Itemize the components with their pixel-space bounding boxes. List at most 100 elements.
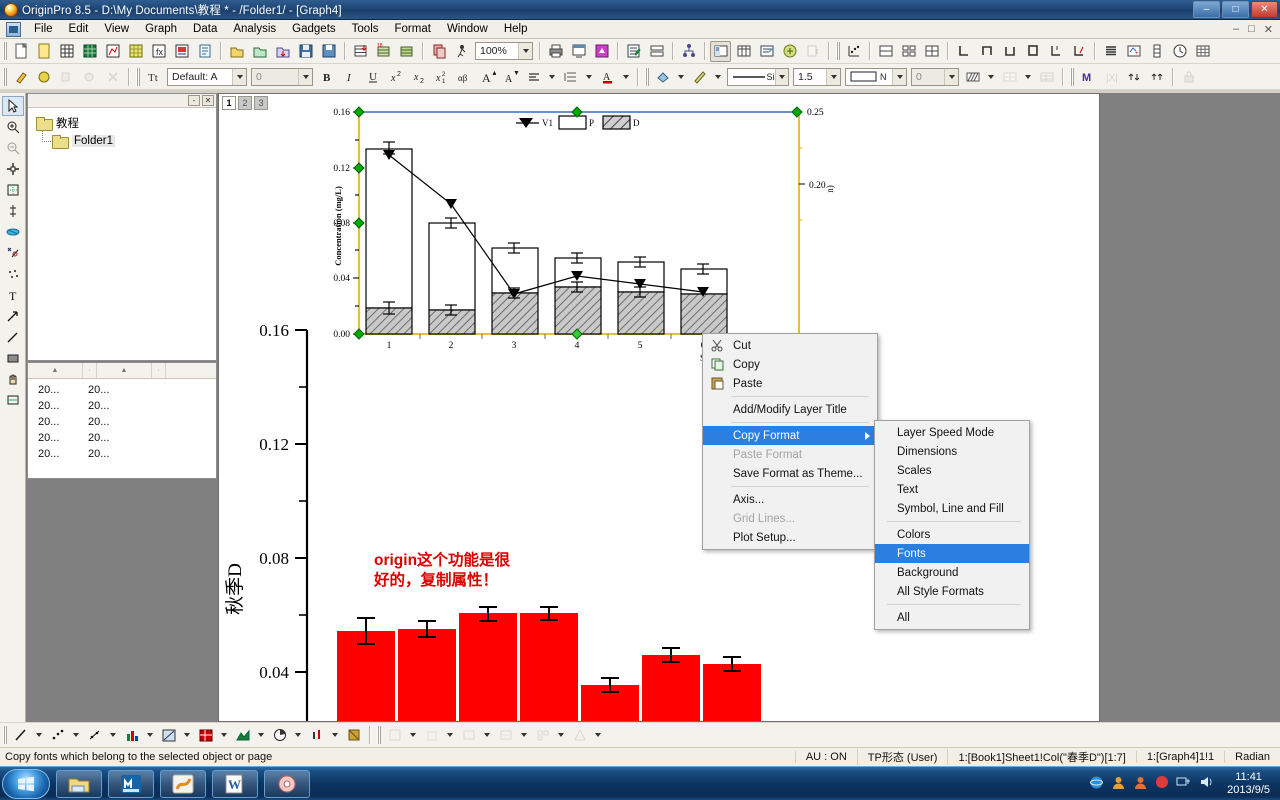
align-top-icon[interactable] <box>976 41 997 62</box>
tray-user2-icon[interactable] <box>1133 775 1148 793</box>
rescale-axes-icon[interactable] <box>1068 41 1089 62</box>
superscript-icon[interactable]: x2 <box>385 66 406 87</box>
copy-format-submenu[interactable]: Layer Speed Mode Dimensions Scales Text … <box>874 420 1030 630</box>
menu-tools[interactable]: Tools <box>344 21 387 37</box>
hierarchy-icon[interactable] <box>678 41 699 62</box>
chevron-down-icon[interactable] <box>298 68 312 85</box>
taskbar-word-icon[interactable]: W <box>212 769 258 798</box>
new-project-icon[interactable] <box>10 41 31 62</box>
3d-surface2-dropdown-icon[interactable] <box>481 725 493 746</box>
tile-horizontal-icon[interactable] <box>646 41 667 62</box>
line-style-combo[interactable]: Si <box>727 67 789 86</box>
arrow-tool-icon[interactable] <box>2 306 24 326</box>
clock[interactable]: 11:41 2013/9/5 <box>1221 771 1276 797</box>
context-menu-item-copy-format[interactable]: Copy Format <box>703 426 877 445</box>
maximize-button[interactable]: □ <box>1222 1 1249 18</box>
toolbar-grip[interactable] <box>136 67 140 86</box>
menu-file[interactable]: File <box>26 21 61 37</box>
new-excel-icon[interactable] <box>79 41 100 62</box>
stock-dropdown-icon[interactable] <box>329 725 341 746</box>
template-dropdown-icon[interactable] <box>218 725 230 746</box>
doc-close-button[interactable]: ✕ <box>1261 23 1276 36</box>
greek-icon[interactable]: αβ <box>454 66 475 87</box>
close-button[interactable]: ✕ <box>1251 1 1278 18</box>
toolbar-grip[interactable] <box>377 726 381 744</box>
run-script-icon[interactable] <box>451 41 472 62</box>
menu-graph[interactable]: Graph <box>137 21 185 37</box>
menu-view[interactable]: View <box>96 21 137 37</box>
command-window-icon[interactable] <box>756 41 777 62</box>
taskbar-explorer-icon[interactable] <box>56 769 102 798</box>
toolbar-grip[interactable] <box>3 726 7 744</box>
swap-axes-icon[interactable] <box>1045 41 1066 62</box>
toolbar-grip[interactable] <box>836 42 840 60</box>
explorer-close-button[interactable]: ✕ <box>202 95 214 106</box>
submenu-item-all-style-formats[interactable]: All Style Formats <box>875 582 1029 601</box>
ternary-dropdown-icon[interactable] <box>592 725 604 746</box>
3d-bar-dropdown-icon[interactable] <box>444 725 456 746</box>
submenu-item-fonts[interactable]: Fonts <box>875 544 1029 563</box>
area-dropdown-icon[interactable] <box>255 725 267 746</box>
submenu-item-colors[interactable]: Colors <box>875 525 1029 544</box>
contour-plot-icon[interactable] <box>158 725 179 746</box>
menu-edit[interactable]: Edit <box>61 21 97 37</box>
doc-minimize-button[interactable]: – <box>1230 23 1242 36</box>
merge-graph-icon[interactable] <box>875 41 896 62</box>
layer-management-icon[interactable] <box>1146 41 1167 62</box>
menu-help[interactable]: Help <box>496 21 536 37</box>
line-color-dropdown-icon[interactable] <box>712 66 724 87</box>
toolbar-grip[interactable] <box>3 42 7 60</box>
increase-font-icon[interactable]: A ▲ <box>477 66 498 87</box>
chevron-down-icon[interactable] <box>944 68 958 85</box>
font-name-combo[interactable]: Default: A <box>167 67 247 86</box>
import-wizard2-icon[interactable] <box>396 41 417 62</box>
contour-dropdown-icon[interactable] <box>181 725 193 746</box>
scatter-plot-icon[interactable] <box>843 41 864 62</box>
import-wizard-icon[interactable] <box>272 41 293 62</box>
context-menu-item-paste[interactable]: Paste <box>703 374 877 393</box>
save-project-icon[interactable] <box>295 41 316 62</box>
column-header-blank1[interactable]: · <box>83 363 97 378</box>
list-item[interactable]: 20... 20... <box>28 382 216 398</box>
3d-wire-dropdown-icon[interactable] <box>518 725 530 746</box>
submenu-item-scales[interactable]: Scales <box>875 461 1029 480</box>
import-multiple-ascii-icon[interactable]: 18 <box>373 41 394 62</box>
chevron-down-icon[interactable] <box>232 68 246 85</box>
menu-data[interactable]: Data <box>185 21 225 37</box>
align-bottom-left-icon[interactable] <box>953 41 974 62</box>
new-notes-icon[interactable] <box>194 41 215 62</box>
menu-window[interactable]: Window <box>439 21 496 37</box>
image-dropdown-icon[interactable] <box>555 725 567 746</box>
layer-tab-1[interactable]: 1 <box>222 96 236 110</box>
edit-mode-icon[interactable] <box>623 41 644 62</box>
new-layout-icon[interactable] <box>171 41 192 62</box>
print-icon[interactable] <box>545 41 566 62</box>
inset-legend[interactable]: V1 P D <box>516 115 640 130</box>
import-single-ascii-icon[interactable] <box>350 41 371 62</box>
screen-reader-tool-icon[interactable] <box>2 159 24 179</box>
text-tool-icon[interactable]: T <box>2 285 24 305</box>
tree-item-root[interactable]: 教程 <box>28 113 216 133</box>
master-mode-icon[interactable]: M <box>1077 66 1098 87</box>
apply-format-icon[interactable] <box>33 66 54 87</box>
new-folder-icon[interactable] <box>33 41 54 62</box>
fill-pattern-combo[interactable]: N <box>845 67 907 86</box>
context-menu-item-add-modify-layer-title[interactable]: Add/Modify Layer Title <box>703 400 877 419</box>
3d-scatter-dropdown-icon[interactable] <box>407 725 419 746</box>
toolbar-grip[interactable] <box>1070 67 1074 86</box>
font-color-icon[interactable]: A <box>597 66 618 87</box>
list-item[interactable]: 20... 20... <box>28 430 216 446</box>
new-workbook-icon[interactable] <box>56 41 77 62</box>
data-selector-tool-icon[interactable] <box>2 201 24 221</box>
menu-format[interactable]: Format <box>387 21 439 37</box>
context-menu-item-save-format-as-theme[interactable]: Save Format as Theme... <box>703 464 877 483</box>
chevron-down-icon[interactable] <box>774 68 788 85</box>
line-symbol-icon[interactable] <box>84 725 105 746</box>
move-data-up-icon[interactable] <box>1123 66 1144 87</box>
context-menu[interactable]: Cut Copy Paste Add/Modify Layer Title Co… <box>702 333 878 550</box>
pie-dropdown-icon[interactable] <box>292 725 304 746</box>
fill-color-dropdown-icon[interactable] <box>675 66 687 87</box>
submenu-item-dimensions[interactable]: Dimensions <box>875 442 1029 461</box>
pan-tool-icon[interactable] <box>2 369 24 389</box>
line-spacing-icon[interactable] <box>560 66 581 87</box>
